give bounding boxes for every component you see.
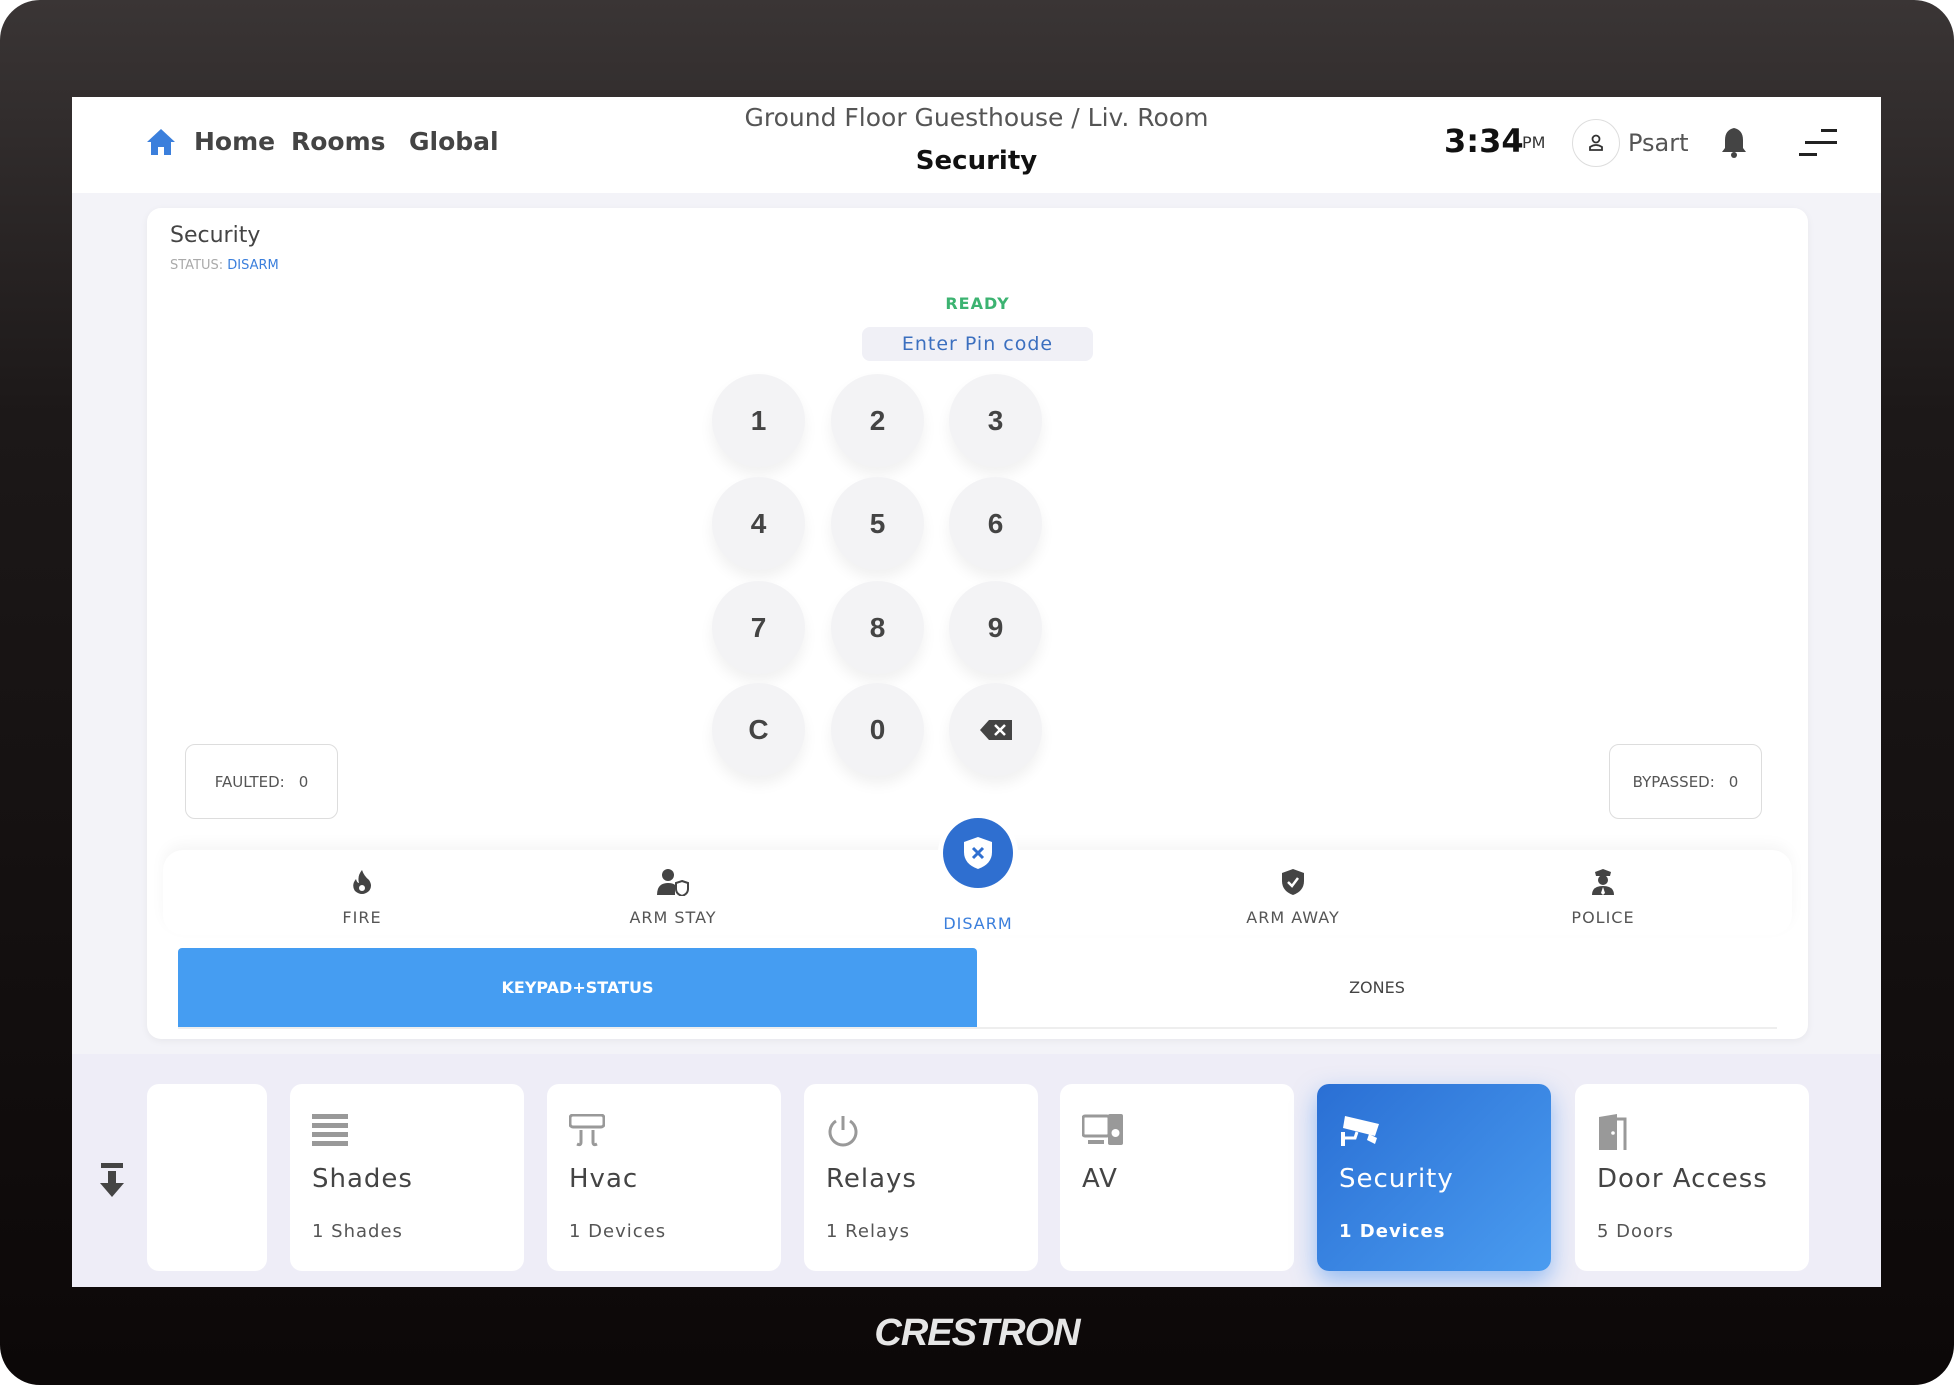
shades-icon: [312, 1114, 348, 1150]
tile-title: Door Access: [1597, 1164, 1768, 1194]
bypassed-value: 0: [1728, 772, 1739, 791]
status-label: STATUS:: [170, 258, 224, 273]
mode-fire[interactable]: FIRE: [252, 850, 472, 935]
tile-title: Hvac: [569, 1164, 639, 1194]
bell-icon[interactable]: [1720, 125, 1748, 159]
bypassed-label: BYPASSED:: [1632, 772, 1715, 791]
tile-subtitle: 1 Shades: [312, 1221, 403, 1242]
backspace-icon: [979, 719, 1012, 740]
person-shield-icon: [657, 869, 689, 896]
panel-title: Security: [170, 223, 261, 248]
door-icon: [1597, 1114, 1635, 1154]
status-value: DISARM: [227, 258, 279, 273]
fire-icon: [353, 870, 371, 894]
key-c[interactable]: C: [712, 683, 805, 776]
key-7[interactable]: 7: [712, 581, 805, 674]
security-panel: Security STATUS: DISARM READY Enter Pin …: [147, 208, 1808, 1039]
tab-zones[interactable]: ZONES: [977, 948, 1777, 1027]
backspace-button[interactable]: [949, 683, 1042, 776]
collapse-arrow-icon[interactable]: [98, 1163, 126, 1199]
tile-subtitle: 5 Doors: [1597, 1221, 1674, 1242]
faulted-value: 0: [298, 772, 309, 791]
police-icon: [1592, 869, 1614, 895]
key-6[interactable]: 6: [949, 477, 1042, 570]
clock-ampm: PM: [1522, 133, 1546, 152]
av-icon: [1081, 1114, 1124, 1150]
key-3[interactable]: 3: [949, 374, 1042, 467]
disarm-button-active[interactable]: [943, 818, 1013, 888]
status-line: STATUS: DISARM: [170, 258, 279, 273]
hvac-icon: [568, 1113, 606, 1152]
tile-title: Security: [1339, 1164, 1454, 1194]
device-tile-door-access[interactable]: Door Access 5 Doors: [1575, 1084, 1809, 1271]
faulted-box: FAULTED: 0: [185, 744, 338, 819]
tab-bar: KEYPAD+STATUS ZONES: [178, 948, 1777, 1029]
user-icon: [1589, 134, 1603, 151]
tile-subtitle: 1 Devices: [569, 1221, 667, 1242]
mode-disarm[interactable]: DISARM: [868, 818, 1088, 935]
tile-subtitle: 1 Relays: [826, 1221, 911, 1242]
tile-subtitle: 1 Devices: [1339, 1221, 1446, 1242]
mode-arm-stay[interactable]: ARM STAY: [563, 850, 783, 935]
clock-time: 3:34: [1444, 122, 1524, 160]
camera-icon: [1339, 1114, 1381, 1152]
mode-arm-away[interactable]: ARM AWAY: [1183, 850, 1403, 935]
device-tile-security[interactable]: Security 1 Devices: [1317, 1084, 1551, 1271]
tile-title: Relays: [826, 1164, 917, 1194]
pin-input[interactable]: Enter Pin code: [862, 327, 1093, 361]
tab-keypad-status[interactable]: KEYPAD+STATUS: [178, 948, 977, 1027]
avatar[interactable]: [1572, 119, 1620, 167]
device-frame: Home Rooms Global Ground Floor Guesthous…: [0, 0, 1954, 1385]
mode-bar: FIRE ARM STAY DISARM ARM AWAY POLICE: [163, 818, 1792, 935]
device-tile-hvac[interactable]: Hvac 1 Devices: [547, 1084, 781, 1271]
key-4[interactable]: 4: [712, 477, 805, 570]
faulted-label: FAULTED:: [214, 772, 285, 791]
shield-x-icon: [964, 837, 992, 869]
key-0[interactable]: 0: [831, 683, 924, 776]
touch-screen: Home Rooms Global Ground Floor Guesthous…: [72, 97, 1881, 1287]
tile-title: AV: [1082, 1164, 1118, 1194]
device-tile-av[interactable]: AV: [1060, 1084, 1294, 1271]
crestron-logo: CRESTRON: [874, 1312, 1080, 1354]
key-9[interactable]: 9: [949, 581, 1042, 674]
bypassed-box: BYPASSED: 0: [1609, 744, 1762, 819]
ready-indicator: READY: [945, 294, 1010, 313]
power-icon: [826, 1114, 860, 1152]
mode-police[interactable]: POLICE: [1493, 850, 1713, 935]
menu-icon[interactable]: [1799, 129, 1837, 157]
device-tile-partial[interactable]: [147, 1084, 267, 1271]
key-1[interactable]: 1: [712, 374, 805, 467]
key-5[interactable]: 5: [831, 477, 924, 570]
device-tile-shades[interactable]: Shades 1 Shades: [290, 1084, 524, 1271]
tile-title: Shades: [312, 1164, 413, 1194]
key-2[interactable]: 2: [831, 374, 924, 467]
device-tile-relays[interactable]: Relays 1 Relays: [804, 1084, 1038, 1271]
key-8[interactable]: 8: [831, 581, 924, 674]
header: Home Rooms Global Ground Floor Guesthous…: [72, 97, 1881, 193]
shield-check-icon: [1282, 869, 1304, 895]
user-name[interactable]: Psart: [1628, 129, 1689, 157]
